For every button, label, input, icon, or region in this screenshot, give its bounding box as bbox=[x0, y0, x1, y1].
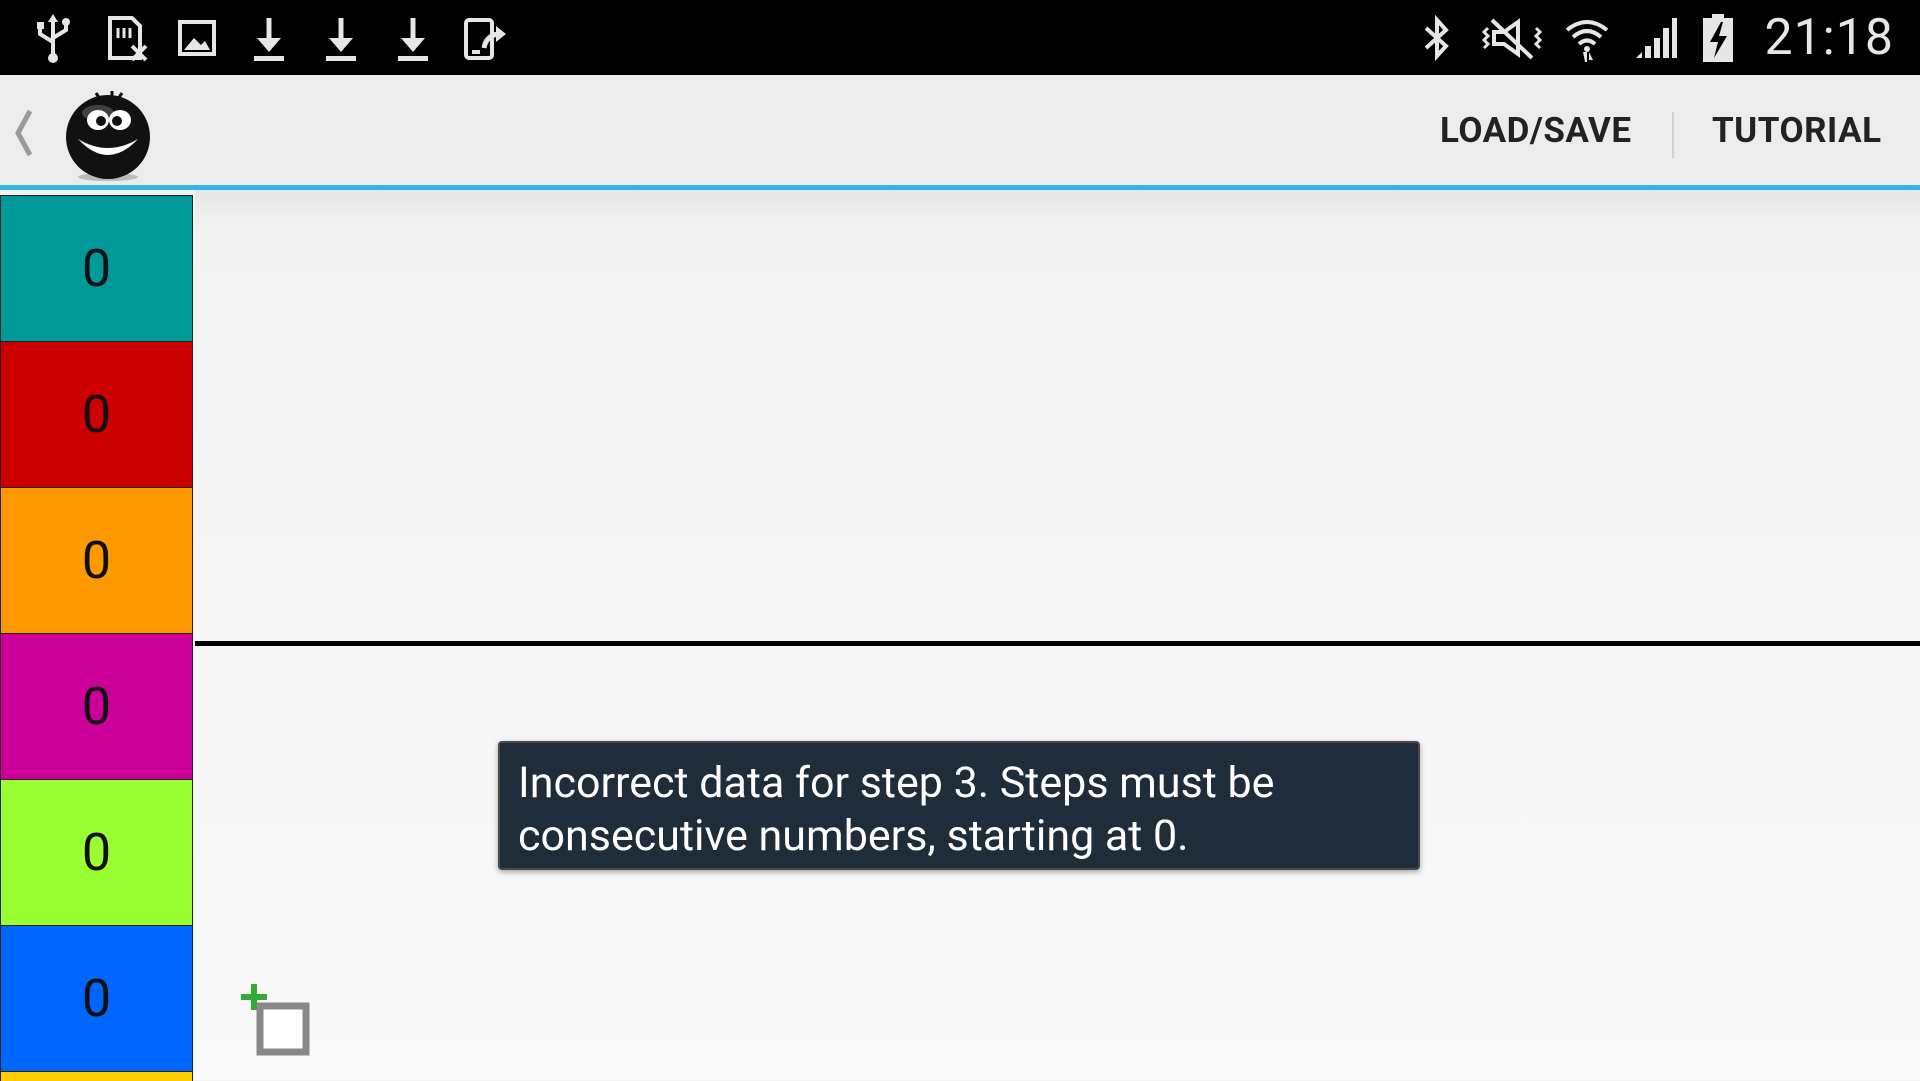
device-sync-icon bbox=[462, 12, 508, 64]
color-step-cell[interactable]: 0 bbox=[0, 487, 193, 634]
tutorial-button[interactable]: TUTORIAL bbox=[1712, 75, 1882, 185]
load-save-button[interactable]: LOAD/SAVE bbox=[1440, 75, 1632, 185]
color-step-cell[interactable]: 0 bbox=[0, 925, 193, 1072]
signal-icon bbox=[1632, 12, 1678, 64]
color-step-cell[interactable]: 0 bbox=[0, 341, 193, 488]
color-step-column: 0 0 0 0 0 0 bbox=[0, 195, 193, 1081]
download-icon bbox=[318, 12, 364, 64]
graph-canvas[interactable] bbox=[195, 190, 1920, 1080]
download-icon bbox=[246, 12, 292, 64]
usb-icon bbox=[30, 12, 76, 64]
error-toast: Incorrect data for step 3. Steps must be… bbox=[498, 741, 1420, 870]
status-bar: 21:18 bbox=[0, 0, 1920, 75]
download-icon bbox=[390, 12, 436, 64]
app-logo-icon[interactable] bbox=[60, 87, 156, 183]
status-clock: 21:18 bbox=[1764, 8, 1894, 67]
action-bar-divider bbox=[1672, 112, 1674, 158]
baseline-divider bbox=[195, 641, 1920, 646]
add-box-icon[interactable] bbox=[236, 980, 318, 1062]
sd-card-error-icon bbox=[102, 12, 148, 64]
color-step-cell[interactable]: 0 bbox=[0, 633, 193, 780]
color-step-cell[interactable]: 0 bbox=[0, 195, 193, 342]
action-bar: LOAD/SAVE TUTORIAL bbox=[0, 75, 1920, 190]
back-caret-icon[interactable] bbox=[10, 105, 36, 161]
image-icon bbox=[174, 12, 220, 64]
vibrate-mute-icon bbox=[1482, 12, 1543, 64]
bluetooth-icon bbox=[1414, 12, 1460, 64]
wifi-icon bbox=[1564, 12, 1610, 64]
battery-charging-icon bbox=[1700, 12, 1736, 64]
color-step-cell[interactable]: 0 bbox=[0, 779, 193, 926]
